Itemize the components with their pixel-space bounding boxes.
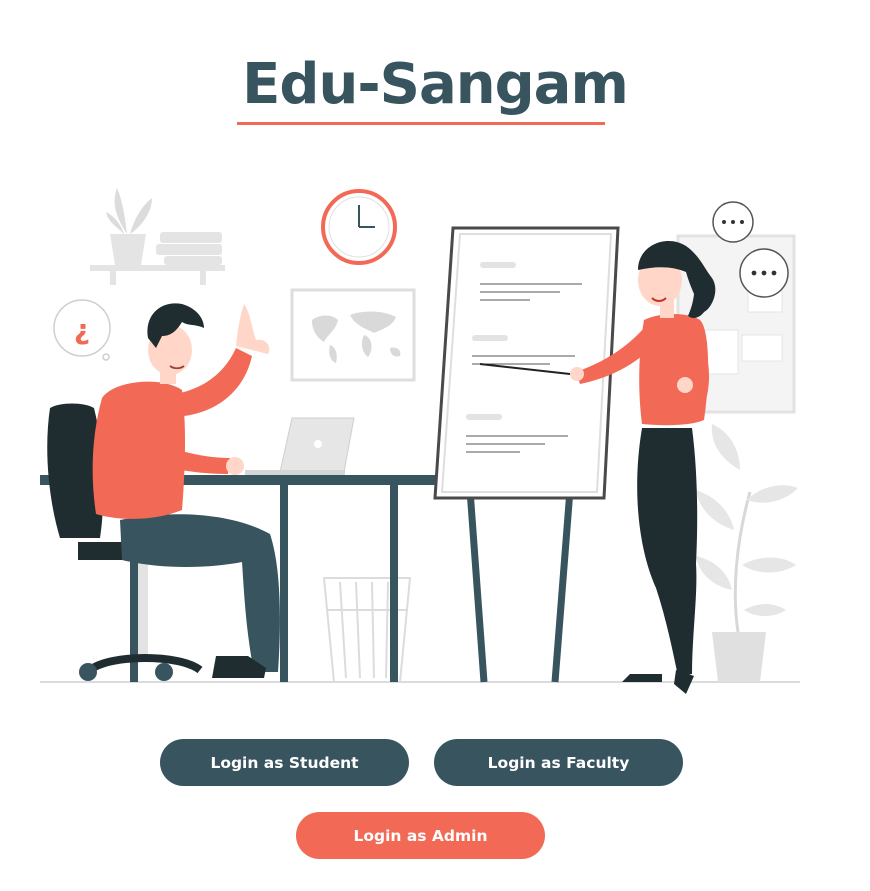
page-title: Edu-Sangam — [242, 52, 629, 117]
login-admin-button[interactable]: Login as Admin — [296, 812, 545, 859]
student-figure — [92, 303, 280, 678]
plant-icon — [696, 424, 798, 682]
clock-icon — [321, 189, 397, 265]
title-underline — [237, 122, 605, 125]
world-map-icon — [290, 288, 416, 382]
whiteboard-icon — [433, 226, 620, 683]
shelf-icon — [90, 188, 225, 285]
svg-text:¿: ¿ — [74, 313, 90, 346]
classroom-illustration: ¿ — [40, 188, 800, 694]
login-faculty-button[interactable]: Login as Faculty — [434, 739, 683, 786]
laptop-icon — [245, 417, 355, 475]
question-bubble-icon: ¿ — [53, 299, 111, 361]
login-student-button[interactable]: Login as Student — [160, 739, 409, 786]
